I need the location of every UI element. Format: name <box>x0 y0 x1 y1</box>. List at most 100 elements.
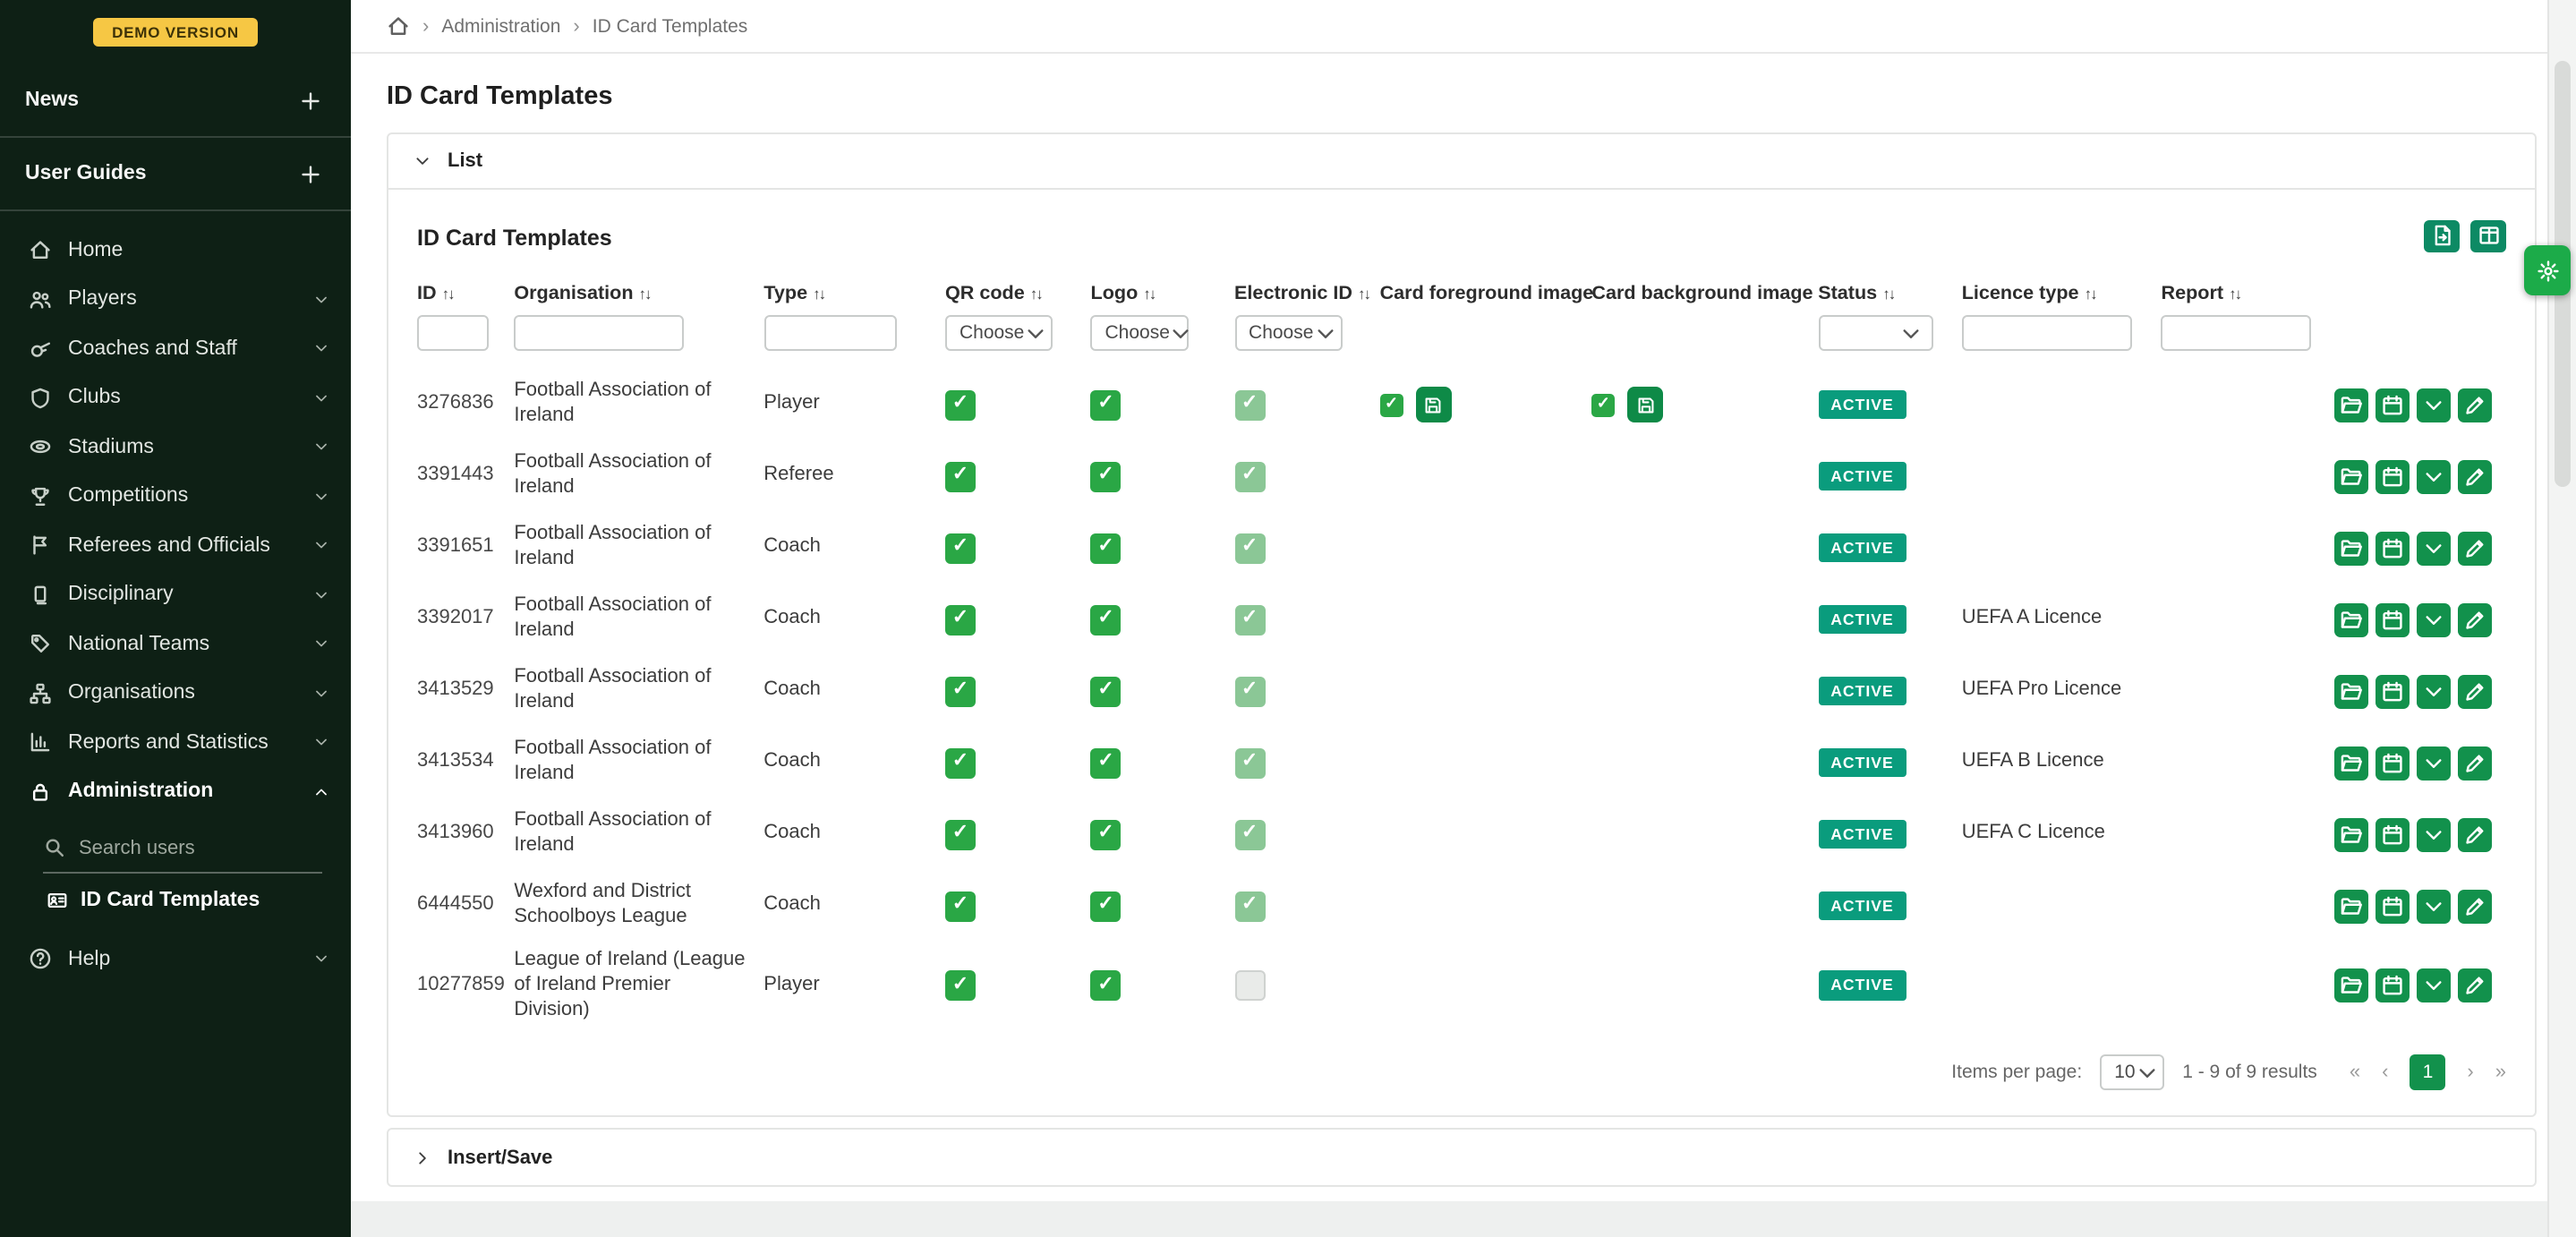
sort-toggle-icon[interactable]: ↑↓ <box>1358 285 1369 303</box>
validity-row-button[interactable] <box>2375 459 2409 493</box>
checkbox-checked[interactable]: ✓ <box>945 604 976 635</box>
checkbox-checked[interactable]: ✓ <box>1234 891 1265 921</box>
edit-row-button[interactable] <box>2458 968 2492 1002</box>
checkbox-checked[interactable]: ✓ <box>1091 970 1122 1001</box>
table-row[interactable]: 3413534Football Association of IrelandCo… <box>417 727 2506 798</box>
open-row-button[interactable] <box>2333 388 2367 422</box>
next-page-button[interactable]: › <box>2467 1062 2473 1084</box>
items-per-page-select[interactable]: 10 <box>2100 1055 2164 1091</box>
sort-toggle-icon[interactable]: ↑↓ <box>1143 285 1155 303</box>
filter-type-input[interactable] <box>763 315 896 351</box>
add-news-button[interactable] <box>294 84 326 116</box>
sidebar-item-help[interactable]: Help <box>0 934 351 984</box>
filter-licence-type-input[interactable] <box>1962 315 2132 351</box>
sidebar-item-national-teams[interactable]: National Teams <box>0 619 351 669</box>
sidebar-item-administration[interactable]: Administration <box>0 767 351 816</box>
validity-row-button[interactable] <box>2375 602 2409 636</box>
checkbox-checked[interactable]: ✓ <box>1234 676 1265 706</box>
sidebar-item-coaches-and-staff[interactable]: Coaches and Staff <box>0 324 351 373</box>
sidebar-section-user-guides[interactable]: User Guides <box>0 138 351 209</box>
sidebar-item-referees-and-officials[interactable]: Referees and Officials <box>0 521 351 570</box>
sort-toggle-icon[interactable]: ↑↓ <box>813 285 824 303</box>
checkbox-checked[interactable]: ✓ <box>1234 604 1265 635</box>
checkbox-checked[interactable]: ✓ <box>1091 461 1122 491</box>
expand-row-button[interactable] <box>2417 459 2451 493</box>
edit-row-button[interactable] <box>2458 817 2492 851</box>
search-users-input[interactable] <box>79 837 286 858</box>
table-row[interactable]: 3413960Football Association of IrelandCo… <box>417 798 2506 870</box>
open-row-button[interactable] <box>2333 459 2367 493</box>
edit-row-button[interactable] <box>2458 388 2492 422</box>
filter-qr-code-select[interactable]: Choose <box>945 315 1053 351</box>
table-row[interactable]: 3392017Football Association of IrelandCo… <box>417 584 2506 655</box>
checkbox-checked[interactable]: ✓ <box>1234 747 1265 778</box>
checkbox-checked[interactable]: ✓ <box>945 970 976 1001</box>
validity-row-button[interactable] <box>2375 746 2409 780</box>
validity-row-button[interactable] <box>2375 388 2409 422</box>
table-row[interactable]: 3391443Football Association of IrelandRe… <box>417 440 2506 512</box>
sidebar-item-home[interactable]: Home <box>0 226 351 275</box>
filter-id-input[interactable] <box>417 315 489 351</box>
list-panel-header[interactable]: List <box>388 134 2535 190</box>
edit-row-button[interactable] <box>2458 746 2492 780</box>
open-row-button[interactable] <box>2333 746 2367 780</box>
checkbox-checked[interactable]: ✓ <box>1380 393 1403 416</box>
checkbox-checked[interactable]: ✓ <box>945 533 976 563</box>
sidebar-item-clubs[interactable]: Clubs <box>0 373 351 422</box>
insert-save-panel-header[interactable]: Insert/Save <box>388 1130 2535 1186</box>
checkbox-checked[interactable]: ✓ <box>1234 819 1265 849</box>
expand-row-button[interactable] <box>2417 531 2451 565</box>
sidebar-item-disciplinary[interactable]: Disciplinary <box>0 570 351 619</box>
edit-row-button[interactable] <box>2458 531 2492 565</box>
edit-row-button[interactable] <box>2458 674 2492 708</box>
prev-page-button[interactable]: ‹ <box>2382 1062 2388 1084</box>
checkbox-checked[interactable]: ✓ <box>945 676 976 706</box>
checkbox-checked[interactable]: ✓ <box>1091 747 1122 778</box>
table-row[interactable]: 6444550Wexford and District Schoolboys L… <box>417 870 2506 942</box>
edit-row-button[interactable] <box>2458 602 2492 636</box>
open-row-button[interactable] <box>2333 531 2367 565</box>
add-user-guide-button[interactable] <box>294 158 326 190</box>
checkbox-unchecked[interactable] <box>1234 970 1265 1001</box>
table-row[interactable]: 10277859League of Ireland (League of Ire… <box>417 942 2506 1030</box>
expand-row-button[interactable] <box>2417 968 2451 1002</box>
open-row-button[interactable] <box>2333 889 2367 923</box>
save-background-button[interactable] <box>1627 387 1663 422</box>
expand-row-button[interactable] <box>2417 746 2451 780</box>
expand-row-button[interactable] <box>2417 889 2451 923</box>
edit-row-button[interactable] <box>2458 459 2492 493</box>
checkbox-checked[interactable]: ✓ <box>1234 461 1265 491</box>
open-row-button[interactable] <box>2333 968 2367 1002</box>
checkbox-checked[interactable]: ✓ <box>1234 389 1265 420</box>
validity-row-button[interactable] <box>2375 531 2409 565</box>
current-page-button[interactable]: 1 <box>2410 1055 2445 1091</box>
sort-toggle-icon[interactable]: ↑↓ <box>1882 285 1894 303</box>
first-page-button[interactable]: « <box>2350 1062 2360 1084</box>
settings-fab-button[interactable] <box>2524 245 2571 295</box>
checkbox-checked[interactable]: ✓ <box>1091 676 1122 706</box>
sidebar-item-organisations[interactable]: Organisations <box>0 669 351 718</box>
checkbox-checked[interactable]: ✓ <box>945 747 976 778</box>
checkbox-checked[interactable]: ✓ <box>1091 604 1122 635</box>
sidebar-section-news[interactable]: News <box>0 64 351 136</box>
sort-toggle-icon[interactable]: ↑↓ <box>2229 285 2240 303</box>
expand-row-button[interactable] <box>2417 674 2451 708</box>
save-foreground-button[interactable] <box>1416 387 1452 422</box>
vertical-scrollbar[interactable] <box>2547 0 2576 1237</box>
sidebar-item-reports-and-statistics[interactable]: Reports and Statistics <box>0 718 351 767</box>
sidebar-item-id-card-templates[interactable]: ID Card Templates <box>0 874 351 927</box>
validity-row-button[interactable] <box>2375 674 2409 708</box>
validity-row-button[interactable] <box>2375 968 2409 1002</box>
filter-logo-select[interactable]: Choose <box>1091 315 1190 351</box>
open-row-button[interactable] <box>2333 602 2367 636</box>
validity-row-button[interactable] <box>2375 817 2409 851</box>
sidebar-item-stadiums[interactable]: Stadiums <box>0 422 351 472</box>
filter-report-input[interactable] <box>2161 315 2311 351</box>
checkbox-checked[interactable]: ✓ <box>1091 819 1122 849</box>
expand-row-button[interactable] <box>2417 602 2451 636</box>
validity-row-button[interactable] <box>2375 889 2409 923</box>
checkbox-checked[interactable]: ✓ <box>945 891 976 921</box>
checkbox-checked[interactable]: ✓ <box>1091 389 1122 420</box>
sidebar-search[interactable] <box>43 823 322 874</box>
table-row[interactable]: 3276836Football Association of IrelandPl… <box>417 369 2506 440</box>
